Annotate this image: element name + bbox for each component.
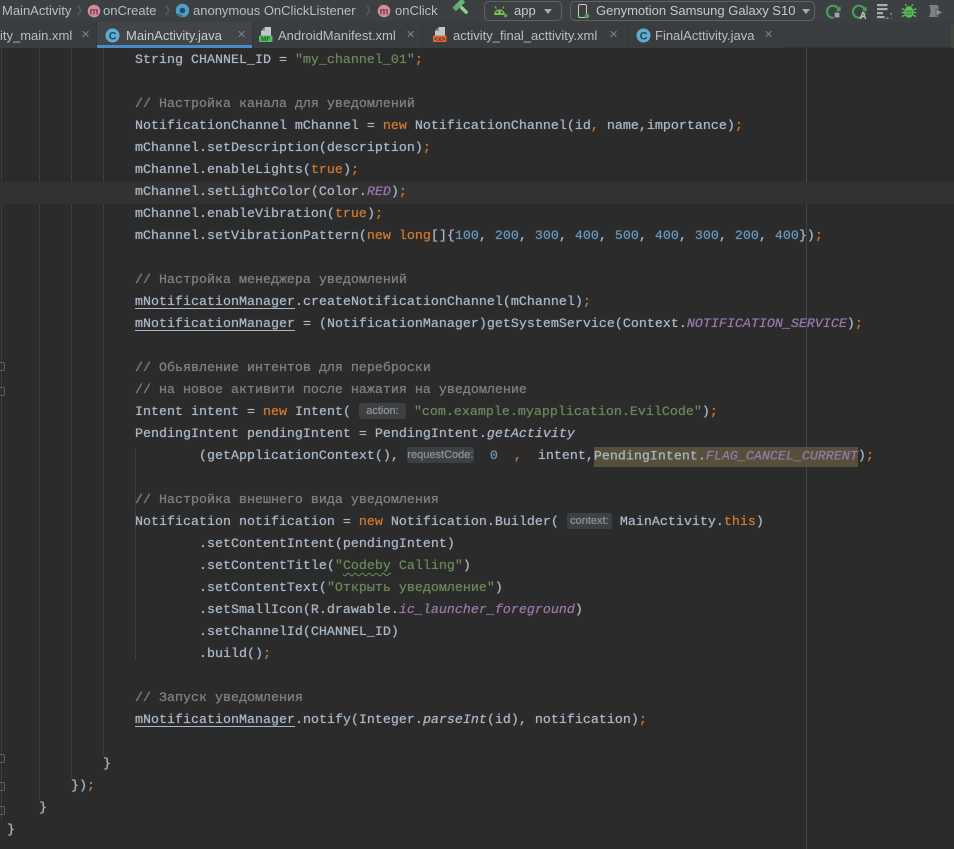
svg-text:m: m xyxy=(380,7,389,18)
svg-text:A: A xyxy=(859,11,866,19)
svg-text:m: m xyxy=(90,7,99,18)
svg-text:MF: MF xyxy=(261,36,270,43)
svg-text:<x>: <x> xyxy=(434,36,445,43)
svg-text:C: C xyxy=(640,31,648,43)
svg-text:C: C xyxy=(109,31,117,43)
